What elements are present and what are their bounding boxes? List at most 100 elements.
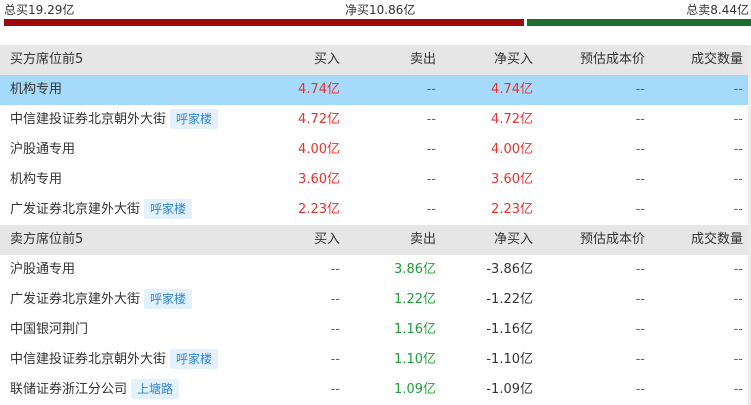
buy-seat-row[interactable]: 广发证券北京建外大街 呼家楼 2.23亿 -- 2.23亿 -- --: [0, 195, 751, 225]
buy-ratio-segment: [4, 19, 524, 26]
total-sell-label: 总卖8.44亿: [686, 3, 749, 17]
net-buy-label: 净买10.86亿: [345, 3, 416, 17]
seat-cost-value: --: [635, 172, 645, 187]
branch-tag[interactable]: 呼家楼: [170, 348, 219, 369]
header-buy: 买入: [313, 52, 340, 67]
header-net: 净买入: [493, 52, 533, 67]
sell-ratio-segment: [526, 19, 751, 26]
seat-sell-value: 1.22亿: [394, 292, 436, 307]
seat-net-value: -1.16亿: [486, 322, 533, 337]
seat-cost-value: --: [635, 352, 645, 367]
seat-name[interactable]: 广发证券北京建外大街: [10, 202, 140, 217]
seat-name[interactable]: 联储证券浙江分公司: [10, 382, 127, 397]
buy-seat-row[interactable]: 机构专用 4.74亿 -- 4.74亿 -- --: [0, 75, 751, 105]
seat-cost-value: --: [635, 142, 645, 157]
header-name: 买方席位前5: [10, 52, 84, 67]
seat-sell-value: 3.86亿: [394, 262, 436, 277]
seat-buy-value: 2.23亿: [298, 202, 340, 217]
seat-buy-value: --: [330, 292, 340, 307]
seat-cost-value: --: [635, 262, 645, 277]
seat-name[interactable]: 中国银河荆门: [10, 322, 88, 337]
seat-net-value: 4.00亿: [491, 142, 533, 157]
seat-volume-value: --: [733, 322, 743, 337]
seat-name[interactable]: 沪股通专用: [10, 142, 75, 157]
seat-net-value: 2.23亿: [491, 202, 533, 217]
buy-seat-row[interactable]: 中信建投证券北京朝外大街 呼家楼 4.72亿 -- 4.72亿 -- --: [0, 105, 751, 135]
seat-volume-value: --: [733, 82, 743, 97]
seat-buy-value: --: [330, 322, 340, 337]
seat-net-value: 4.72亿: [491, 112, 533, 127]
seat-name-cell: 机构专用: [10, 165, 62, 195]
header-sell: 卖出: [409, 52, 436, 67]
seat-sell-value: --: [426, 202, 436, 217]
seat-net-value: 4.74亿: [491, 82, 533, 97]
seat-net-value: -1.09亿: [486, 382, 533, 397]
seat-sell-value: --: [426, 82, 436, 97]
branch-tag[interactable]: 呼家楼: [144, 198, 193, 219]
buy-section-header: 买方席位前5 买入 卖出 净买入 预估成本价 成交数量: [0, 45, 751, 75]
seat-name[interactable]: 广发证券北京建外大街: [10, 292, 140, 307]
total-buy-label: 总买19.29亿: [4, 3, 75, 17]
branch-tag[interactable]: 呼家楼: [144, 288, 193, 309]
seat-volume-value: --: [733, 382, 743, 397]
seat-name[interactable]: 中信建投证券北京朝外大街: [10, 352, 166, 367]
seat-sell-value: --: [426, 112, 436, 127]
branch-tag[interactable]: 上塘路: [131, 378, 180, 399]
summary-bar: 总买19.29亿 净买10.86亿 总卖8.44亿: [0, 0, 751, 18]
seat-name[interactable]: 机构专用: [10, 82, 62, 97]
seat-net-value: -1.22亿: [486, 292, 533, 307]
sell-seat-row[interactable]: 联储证券浙江分公司 上塘路 -- 1.09亿 -1.09亿 -- --: [0, 375, 751, 405]
header-volume: 成交数量: [690, 52, 743, 67]
sell-seat-row[interactable]: 中国银河荆门 -- 1.16亿 -1.16亿 -- --: [0, 315, 751, 345]
seat-sell-value: --: [426, 142, 436, 157]
seat-net-value: -3.86亿: [486, 262, 533, 277]
seat-sell-value: --: [426, 172, 436, 187]
header-cost: 预估成本价: [579, 52, 645, 67]
seat-volume-value: --: [733, 142, 743, 157]
seat-cost-value: --: [635, 382, 645, 397]
sell-seat-row[interactable]: 中信建投证券北京朝外大街 呼家楼 -- 1.10亿 -1.10亿 -- --: [0, 345, 751, 375]
seat-volume-value: --: [733, 352, 743, 367]
seat-table: 买方席位前5 买入 卖出 净买入 预估成本价 成交数量 机构专用 4.74亿 -- 4.74亿 --…: [0, 45, 751, 405]
seat-net-value: -1.10亿: [486, 352, 533, 367]
seat-sell-value: 1.09亿: [394, 382, 436, 397]
branch-tag[interactable]: 呼家楼: [170, 108, 219, 129]
seat-volume-value: --: [733, 202, 743, 217]
sell-seat-row[interactable]: 沪股通专用 -- 3.86亿 -3.86亿 -- --: [0, 255, 751, 285]
seat-volume-value: --: [733, 112, 743, 127]
seat-sell-value: 1.10亿: [394, 352, 436, 367]
seat-volume-value: --: [733, 292, 743, 307]
seat-buy-value: --: [330, 382, 340, 397]
buy-sell-ratio-bar: [4, 19, 751, 26]
sell-seat-row[interactable]: 广发证券北京建外大街 呼家楼 -- 1.22亿 -1.22亿 -- --: [0, 285, 751, 315]
seat-name-cell: 中信建投证券北京朝外大街 呼家楼: [10, 105, 219, 135]
buy-seat-row[interactable]: 机构专用 3.60亿 -- 3.60亿 -- --: [0, 165, 751, 195]
seat-cost-value: --: [635, 82, 645, 97]
seat-buy-value: 3.60亿: [298, 172, 340, 187]
header-buy: 买入: [313, 232, 340, 247]
seat-sell-value: 1.16亿: [394, 322, 436, 337]
buy-seat-row[interactable]: 沪股通专用 4.00亿 -- 4.00亿 -- --: [0, 135, 751, 165]
seat-name-cell: 联储证券浙江分公司 上塘路: [10, 375, 180, 405]
seat-name-cell: 机构专用: [10, 75, 62, 105]
seat-volume-value: --: [733, 262, 743, 277]
seat-buy-value: 4.72亿: [298, 112, 340, 127]
seat-cost-value: --: [635, 202, 645, 217]
seat-buy-value: 4.74亿: [298, 82, 340, 97]
seat-cost-value: --: [635, 322, 645, 337]
seat-name-cell: 广发证券北京建外大街 呼家楼: [10, 195, 193, 225]
seat-name-cell: 沪股通专用: [10, 255, 75, 285]
seat-name[interactable]: 中信建投证券北京朝外大街: [10, 112, 166, 127]
seat-name-cell: 广发证券北京建外大街 呼家楼: [10, 285, 193, 315]
header-name: 卖方席位前5: [10, 232, 84, 247]
seat-name-cell: 中信建投证券北京朝外大街 呼家楼: [10, 345, 219, 375]
seat-name-cell: 中国银河荆门: [10, 315, 88, 345]
seat-cost-value: --: [635, 292, 645, 307]
seat-name[interactable]: 沪股通专用: [10, 262, 75, 277]
seat-buy-value: 4.00亿: [298, 142, 340, 157]
sell-section-header: 卖方席位前5 买入 卖出 净买入 预估成本价 成交数量: [0, 225, 751, 255]
header-sell: 卖出: [409, 232, 436, 247]
header-cost: 预估成本价: [579, 232, 645, 247]
seat-volume-value: --: [733, 172, 743, 187]
seat-name[interactable]: 机构专用: [10, 172, 62, 187]
